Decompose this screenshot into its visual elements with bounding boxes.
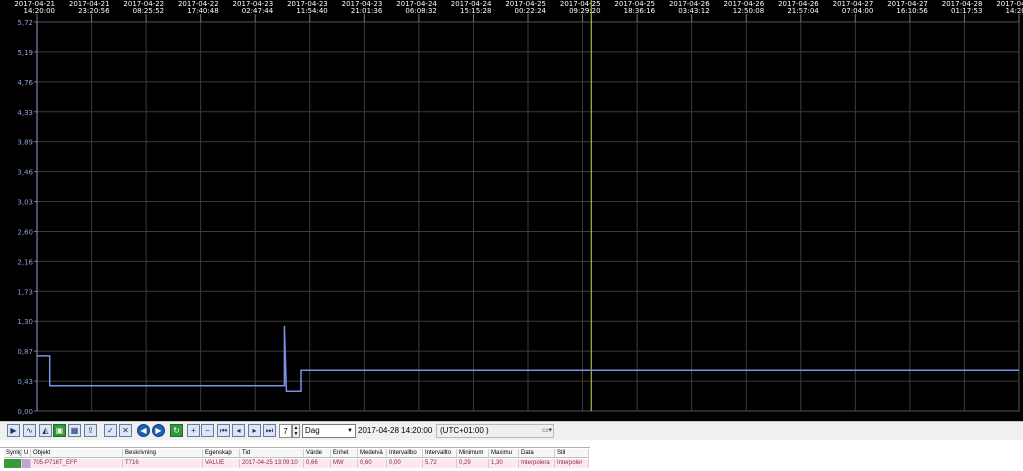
chevron-down-icon: ▼ bbox=[347, 428, 353, 434]
cell-stil[interactable]: Interpoler bbox=[555, 459, 589, 468]
table-icon[interactable]: ▦ bbox=[68, 424, 81, 437]
y-tick-label: 1,30 bbox=[17, 318, 33, 326]
timezone-dropdown-icon[interactable]: ▭▾ bbox=[540, 425, 554, 437]
col-header-maximu[interactable]: Maximu bbox=[489, 449, 519, 458]
cell-enhet: MW bbox=[331, 459, 358, 468]
cell-data[interactable]: Interpolera bbox=[519, 459, 555, 468]
y-tick-label: 4,33 bbox=[17, 109, 33, 117]
cell-tid: 2017-04-25 13:09:10 bbox=[240, 459, 304, 468]
col-header-intervallto[interactable]: Intervallto bbox=[423, 449, 457, 458]
x-tick-label-time: 18:36:16 bbox=[624, 7, 656, 15]
y-tick-label: 3,46 bbox=[17, 169, 33, 177]
trend-chart-area[interactable]: 2017-04-21 14:20:00 2017-04-21 23:20:56 2017… bbox=[0, 0, 1023, 421]
x-tick-label-time: 11:54:40 bbox=[296, 7, 327, 15]
col-header-intervallbo[interactable]: Intervallbo bbox=[387, 449, 423, 458]
col-header-beskrivning[interactable]: Beskrivning bbox=[123, 449, 203, 458]
col-header-stil[interactable]: Stil bbox=[555, 449, 589, 458]
x-tick-label-time: 06:08:32 bbox=[405, 7, 436, 15]
period-unit-value: Dag bbox=[305, 426, 320, 435]
trend-viewer-window: 2017-04-21 14:20:00 2017-04-21 23:20:56 2017… bbox=[0, 0, 1023, 470]
skip-end-icon[interactable]: ⏭ bbox=[263, 424, 276, 437]
cell-varde: 0,66 bbox=[304, 459, 331, 468]
y-tick-label: 5,19 bbox=[17, 49, 33, 57]
col-header-synlig[interactable]: Synlig bbox=[4, 449, 22, 458]
back-icon[interactable]: ◀ bbox=[137, 424, 150, 437]
period-unit-select[interactable]: Dag ▼ bbox=[302, 424, 356, 438]
cell-objekt: 705-P716T_EFF bbox=[31, 459, 123, 468]
col-header-u[interactable]: U bbox=[22, 449, 31, 458]
x-tick-label-time: 21:01:36 bbox=[351, 7, 383, 15]
cell-medelva: 0,60 bbox=[358, 459, 387, 468]
x-tick-label-time: 09:29:20 bbox=[569, 7, 600, 15]
y-tick-label: 3,89 bbox=[17, 139, 33, 147]
x-tick-label-time: 08:25:52 bbox=[133, 7, 164, 15]
timezone-value: (UTC+01:00 ) bbox=[440, 426, 489, 435]
col-header-enhet[interactable]: Enhet bbox=[331, 449, 358, 458]
x-tick-label-time: 02:47:44 bbox=[242, 7, 274, 15]
cell-intervallbo: 0,00 bbox=[387, 459, 423, 468]
save-icon[interactable]: ▣ bbox=[53, 424, 66, 437]
check-icon[interactable]: ✓ bbox=[104, 424, 117, 437]
forward-icon[interactable]: ▶ bbox=[152, 424, 165, 437]
y-tick-label: 3,03 bbox=[17, 199, 33, 207]
export-icon[interactable]: ⇪ bbox=[84, 424, 97, 437]
x-tick-label-time: 01:17:53 bbox=[951, 7, 982, 15]
cell-intervallto: 5,72 bbox=[423, 459, 457, 468]
x-tick-label-time: 17:40:48 bbox=[187, 7, 218, 15]
col-header-medelva[interactable]: Medelvä bbox=[358, 449, 387, 458]
col-header-minimum[interactable]: Minimum bbox=[457, 449, 489, 458]
x-tick-label-time: 16:10:56 bbox=[896, 7, 928, 15]
delete-icon[interactable]: ✕ bbox=[119, 424, 132, 437]
zoom-in-icon[interactable]: + bbox=[187, 424, 200, 437]
x-tick-label-time: 23:20:56 bbox=[78, 7, 110, 15]
period-count-spinner[interactable]: ▲ ▼ bbox=[292, 424, 300, 438]
cell-egenskap: VALUE bbox=[203, 459, 240, 468]
cell-beskrivning: T716 bbox=[123, 459, 203, 468]
trend-chart[interactable]: 2017-04-2114:20:002017-04-2123:20:562017… bbox=[0, 0, 1023, 421]
period-count-field[interactable]: 7 bbox=[279, 424, 292, 438]
step-back-icon[interactable]: ◂ bbox=[232, 424, 245, 437]
x-tick-label-time: 12:50:08 bbox=[733, 7, 764, 15]
y-tick-label: 2,60 bbox=[17, 228, 33, 236]
series-color-swatch bbox=[4, 459, 22, 468]
end-time-field[interactable]: 2017-04-28 14:20:00 bbox=[358, 425, 432, 437]
step-forward-icon[interactable]: ▸ bbox=[248, 424, 261, 437]
play-icon[interactable]: ▶ bbox=[7, 424, 20, 437]
line-chart-icon[interactable]: ∿ bbox=[23, 424, 36, 437]
refresh-icon[interactable]: ↻ bbox=[170, 424, 183, 437]
cell-maximu: 1,30 bbox=[489, 459, 519, 468]
cell-minimum: 0,29 bbox=[457, 459, 489, 468]
x-tick-label-time: 14:20:00 bbox=[1006, 7, 1023, 15]
chart-toolbar: ▶ ∿ ◭ ▣ ▦ ⇪ ✓ ✕ ◀ ▶ ↻ + − ⏮ ◂ ▸ ⏭ 7 ▲ ▼ Dag ▼ 2017-04-28 1… bbox=[0, 421, 1023, 440]
area-chart-icon[interactable]: ◭ bbox=[39, 424, 52, 437]
y-tick-label: 4,76 bbox=[17, 79, 33, 87]
skip-start-icon[interactable]: ⏮ bbox=[217, 424, 230, 437]
y-tick-label: 0,43 bbox=[17, 378, 33, 386]
col-header-data[interactable]: Data bbox=[519, 449, 555, 458]
y-tick-label: 0,87 bbox=[17, 348, 33, 356]
y-tick-label: 5,72 bbox=[17, 19, 33, 27]
y-tick-label: 2,16 bbox=[17, 258, 33, 266]
x-tick-label-time: 00:22:24 bbox=[515, 7, 547, 15]
y-tick-label: 0,00 bbox=[17, 408, 33, 416]
x-tick-label-time: 14:20:00 bbox=[24, 7, 55, 15]
x-tick-label-time: 21:57:04 bbox=[787, 7, 819, 15]
x-tick-label-time: 03:43:12 bbox=[678, 7, 709, 15]
visible-checkbox[interactable] bbox=[22, 459, 31, 468]
x-tick-label-time: 07:04:00 bbox=[842, 7, 873, 15]
col-header-objekt[interactable]: Objekt bbox=[31, 449, 123, 458]
y-tick-label: 1,73 bbox=[17, 288, 33, 296]
col-header-egenskap[interactable]: Egenskap bbox=[203, 449, 240, 458]
series-table: Synlig U Objekt Beskrivning Egenskap Tid… bbox=[0, 449, 590, 469]
col-header-varde[interactable]: Värde bbox=[304, 449, 331, 458]
col-header-tid[interactable]: Tid bbox=[240, 449, 304, 458]
zoom-out-icon[interactable]: − bbox=[201, 424, 214, 437]
x-tick-label-time: 15:15:28 bbox=[460, 7, 491, 15]
